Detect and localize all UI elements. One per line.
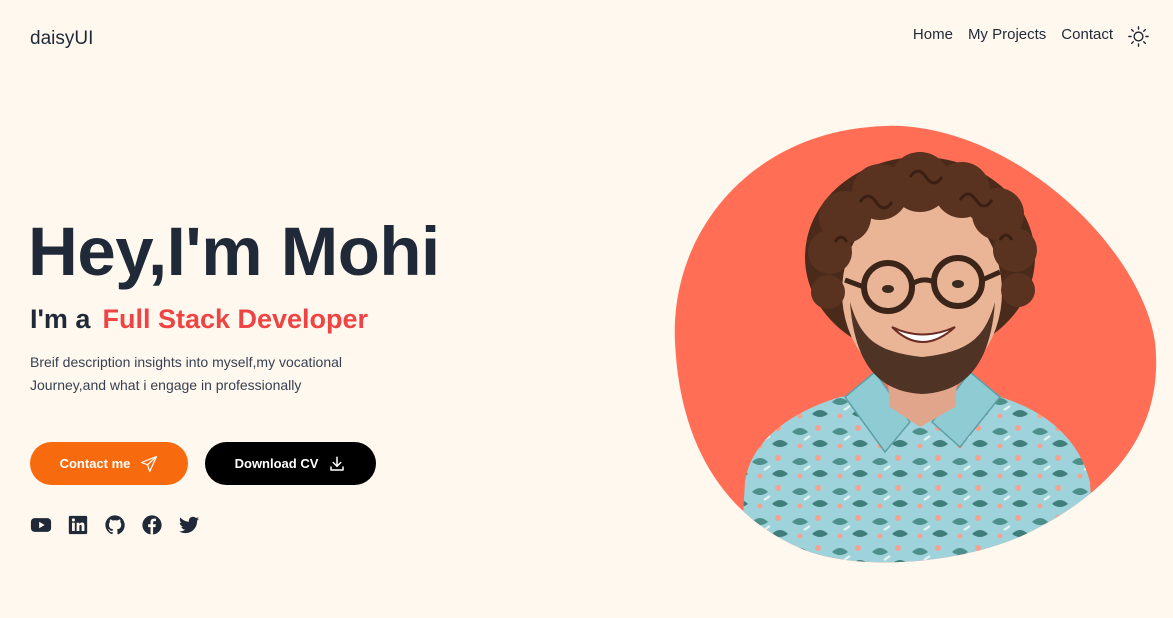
nav-projects-link[interactable]: My Projects: [968, 26, 1046, 43]
youtube-icon[interactable]: [30, 514, 52, 536]
navbar: daisyUI Home My Projects Contact: [0, 0, 1173, 76]
subtitle-role: Full Stack Developer: [102, 304, 369, 334]
send-icon: [141, 455, 158, 472]
download-cv-button[interactable]: Download CV: [205, 442, 376, 485]
brand-logo[interactable]: daisyUI: [30, 28, 93, 50]
nav-home-link[interactable]: Home: [913, 26, 953, 43]
facebook-icon[interactable]: [141, 514, 163, 536]
subtitle-prefix: I'm a: [30, 304, 91, 334]
nav-contact-link[interactable]: Contact: [1061, 26, 1113, 43]
nav-links: Home My Projects Contact: [913, 26, 1113, 43]
hero-title: Hey,I'm Mohi: [28, 213, 440, 290]
hero-description: Breif description insights into myself,m…: [30, 354, 343, 393]
contact-me-button[interactable]: Contact me: [30, 442, 188, 485]
twitter-icon[interactable]: [178, 514, 200, 536]
download-icon: [330, 456, 345, 471]
social-links: [30, 514, 200, 536]
linkedin-icon[interactable]: [67, 514, 89, 536]
hero-portrait: [674, 125, 1157, 563]
hero-subtitle: I'm a Full Stack Developer: [30, 304, 368, 335]
sun-icon[interactable]: [1128, 26, 1149, 47]
cv-button-label: Download CV: [234, 456, 319, 471]
contact-button-label: Contact me: [59, 456, 131, 471]
github-icon[interactable]: [104, 514, 126, 536]
